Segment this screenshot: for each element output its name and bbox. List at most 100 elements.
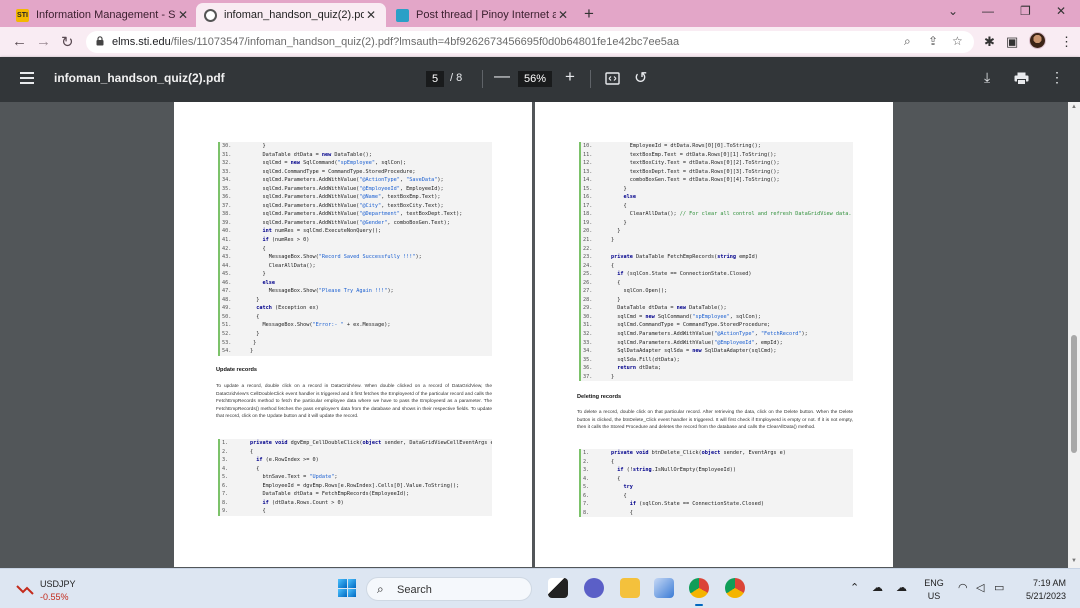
restore-icon[interactable]: ❐: [1020, 4, 1031, 18]
line-number: 8.: [222, 499, 229, 506]
pdf-viewer[interactable]: 30. } 31. DataTable dtData = new DataTabl…: [0, 102, 1068, 568]
tab-title: Information Management - SY22: [36, 9, 176, 21]
lock-icon[interactable]: [96, 36, 104, 46]
fit-page-icon[interactable]: [605, 72, 620, 85]
line-number: 24.: [583, 262, 593, 269]
zoom-in-button[interactable]: +: [565, 67, 575, 87]
reload-icon[interactable]: ↻: [61, 33, 74, 51]
zoom-level-input[interactable]: 56%: [518, 71, 552, 87]
page-number-input[interactable]: 5: [426, 71, 444, 87]
code-text: btnSave.Text = "Update";: [250, 474, 338, 481]
profile-avatar[interactable]: [1029, 32, 1046, 49]
system-clock[interactable]: 7:19 AM 5/21/2023: [1018, 577, 1066, 603]
close-tab-icon[interactable]: ✕: [556, 8, 570, 22]
code-text: }: [250, 271, 266, 278]
close-tab-icon[interactable]: ✕: [176, 8, 190, 22]
volume-icon[interactable]: ◁: [976, 581, 984, 594]
download-icon[interactable]: ⤓: [984, 69, 990, 86]
line-number: 46.: [222, 279, 232, 286]
code-text: sqlCmd.CommandType = CommandType.StoredP…: [250, 168, 416, 175]
ticker-change: -0.55%: [40, 592, 69, 602]
line-number: 50.: [222, 313, 232, 320]
line-number: 33.: [222, 168, 232, 175]
code-text: EmployeeId = dgvEmp.Rows[e.RowIndex].Cel…: [250, 482, 460, 489]
chrome-icon[interactable]: [689, 578, 709, 606]
code-text: }: [250, 143, 266, 149]
rotate-icon[interactable]: ↺: [634, 68, 647, 88]
share-icon[interactable]: ⇪: [928, 34, 938, 48]
code-text: if (sqlCon.State == ConnectionState.Clos…: [617, 271, 752, 278]
code-text: textBoxDept.Text = dtData.Rows[0][3].ToS…: [611, 168, 780, 175]
zoom-out-button[interactable]: —: [494, 68, 510, 86]
back-arrow-icon[interactable]: ←: [12, 33, 27, 50]
vertical-scrollbar[interactable]: ▲ ▼: [1068, 102, 1080, 568]
minimize-icon[interactable]: —: [982, 4, 994, 18]
scroll-up-icon[interactable]: ▲: [1071, 104, 1077, 110]
line-number: 40.: [222, 228, 232, 235]
kebab-menu-icon[interactable]: ⋮: [1060, 34, 1073, 50]
file-explorer-icon[interactable]: [620, 578, 640, 598]
code-line: 29. DataTable dtData = new DataTable();: [581, 304, 853, 313]
code-text: {: [611, 262, 615, 269]
chevron-up-icon[interactable]: ⌃: [850, 581, 859, 594]
line-number: 18.: [583, 211, 593, 218]
search-icon: ⌕: [377, 582, 384, 596]
code-line: 50. {: [220, 313, 492, 322]
scrollbar-thumb[interactable]: [1071, 335, 1077, 453]
code-text: sqlSda.Fill(dtData);: [611, 356, 680, 363]
sidepanel-icon[interactable]: ▣: [1006, 34, 1018, 50]
code-text: int numRes = sqlCmd.ExecuteNonQuery();: [262, 228, 382, 235]
line-number: 4.: [583, 475, 590, 482]
bookmark-star-icon[interactable]: ☆: [952, 34, 963, 48]
chrome-icon[interactable]: [725, 578, 745, 598]
code-line: 43. MessageBox.Show("Record Saved Succes…: [220, 253, 492, 262]
code-line: 27. sqlCon.Open();: [581, 287, 853, 296]
tab-information-management[interactable]: STI Information Management - SY22 ✕: [8, 3, 198, 27]
forward-arrow-icon[interactable]: →: [36, 33, 51, 50]
close-window-icon[interactable]: ✕: [1056, 4, 1066, 18]
scroll-down-icon[interactable]: ▼: [1071, 558, 1077, 564]
code-text: ClearAllData(); // For clear all control…: [611, 211, 852, 218]
line-number: 23.: [583, 254, 593, 261]
toolbar-divider: [590, 70, 591, 88]
code-line: 37.}: [581, 373, 853, 382]
tab-pdf[interactable]: infoman_handson_quiz(2).pdf ✕: [196, 3, 386, 27]
weather-icon[interactable]: ☁: [896, 581, 907, 594]
url-text: elms.sti.edu/files/11073547/infoman_hand…: [112, 36, 680, 48]
sti-logo-icon: STI: [16, 8, 29, 22]
code-text: {: [250, 508, 266, 515]
language-indicator[interactable]: ENG US: [924, 577, 944, 603]
new-tab-button[interactable]: +: [584, 4, 594, 24]
code-text: sqlCon.Open();: [611, 288, 668, 295]
forum-icon: [396, 8, 409, 22]
menu-icon[interactable]: [20, 72, 34, 84]
code-text: {: [611, 202, 627, 209]
more-icon[interactable]: ⋮: [1050, 69, 1064, 86]
tab-search-icon[interactable]: ⌄: [948, 4, 958, 18]
task-view-icon[interactable]: [548, 578, 568, 598]
start-icon[interactable]: [338, 579, 356, 597]
address-bar[interactable]: elms.sti.edu/files/11073547/infoman_hand…: [86, 31, 974, 53]
code-line: 22.: [581, 245, 853, 254]
taskbar-search[interactable]: ⌕ Search: [366, 577, 532, 601]
close-tab-icon[interactable]: ✕: [364, 8, 378, 22]
wifi-icon[interactable]: ◠: [958, 581, 968, 594]
code-line: 44. ClearAllData();: [220, 262, 492, 271]
code-line: 14. comboBoxGen.Text = dtData.Rows[0][4]…: [581, 176, 853, 185]
print-icon[interactable]: [1014, 72, 1029, 85]
zoom-icon[interactable]: ⌕: [904, 34, 911, 49]
code-text: }: [250, 339, 257, 346]
battery-icon[interactable]: ▭: [994, 581, 1004, 594]
line-number: 5.: [222, 474, 229, 481]
code-line: 39. sqlCmd.Parameters.AddWithValue("@Gen…: [220, 219, 492, 228]
code-line: 8. if (dtData.Rows.Count > 0): [220, 499, 492, 508]
line-number: 54.: [222, 348, 232, 355]
code-text: if (numRes > 0): [262, 237, 310, 244]
cloud-icon[interactable]: ☁: [872, 581, 883, 594]
tab-post-thread[interactable]: Post thread | Pinoy Internet and T ✕: [388, 3, 578, 27]
chat-icon[interactable]: [584, 578, 604, 598]
code-line: 53. }: [220, 339, 492, 348]
code-line: 35. sqlCmd.Parameters.AddWithValue("@Emp…: [220, 185, 492, 194]
store-icon[interactable]: [654, 578, 674, 598]
puzzle-icon[interactable]: ✱: [984, 34, 995, 50]
